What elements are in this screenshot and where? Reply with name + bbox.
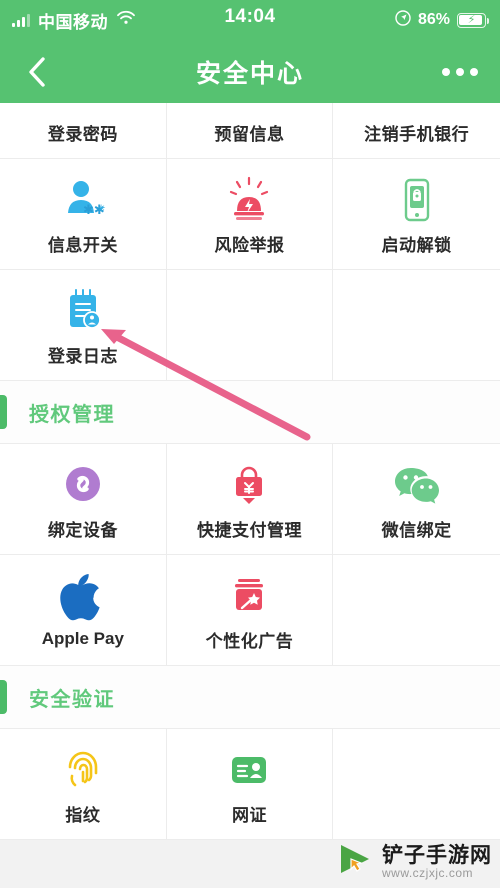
nav-bar: 安全中心	[0, 40, 500, 103]
tile-label: 登录密码	[47, 124, 118, 144]
phone-screen: 中国移动 14:04 86% ⚡ 安全中心 登录密码 预留信息 注销手机银行 ✱…	[0, 0, 500, 888]
wifi-icon	[116, 10, 136, 30]
back-chevron-icon	[29, 56, 45, 87]
tile-label: 注销手机银行	[364, 124, 470, 144]
tile-wechat-bind[interactable]: 微信绑定	[333, 444, 500, 555]
wechat-icon	[392, 458, 442, 512]
grid-auth-row-1: 绑定设备 快捷支付管理 微信绑定	[0, 444, 500, 555]
login-log-icon	[58, 284, 108, 338]
battery-percent-label: 86%	[417, 11, 450, 28]
bound-device-icon	[58, 458, 108, 512]
net-id-card-icon	[224, 743, 274, 797]
tile-quick-pay[interactable]: 快捷支付管理	[166, 444, 334, 555]
tile-label: Apple Pay	[41, 629, 124, 648]
section-accent-bar	[0, 395, 7, 429]
grid-verify-row-1: 指纹 网证	[0, 729, 500, 840]
info-switch-icon: ✱✱ ✳	[58, 173, 108, 227]
more-dots-icon	[470, 67, 478, 76]
apple-icon	[60, 571, 106, 625]
grid-row-2: ✱✱ ✳ 信息开关 风险举报 启动解锁	[0, 159, 500, 270]
startup-unlock-icon	[392, 173, 442, 227]
section-accent-bar	[0, 680, 7, 714]
tile-label: 绑定设备	[47, 520, 118, 540]
section-header-auth: 授权管理	[0, 381, 500, 444]
tile-personalized-ads[interactable]: 个性化广告	[166, 555, 334, 666]
section-title: 授权管理	[29, 403, 115, 426]
tile-label: 微信绑定	[381, 520, 452, 540]
svg-text:✳: ✳	[98, 204, 106, 214]
page-title: 安全中心	[195, 59, 304, 88]
reserved-info-icon	[226, 103, 272, 116]
status-bar: 中国移动 14:04 86% ⚡	[0, 0, 500, 40]
status-left: 中国移动	[12, 8, 136, 33]
more-menu-button[interactable]	[442, 67, 478, 76]
tile-empty	[166, 270, 334, 381]
location-arrow-icon	[395, 9, 411, 31]
tile-label: 网证	[231, 805, 267, 825]
tile-bound-device[interactable]: 绑定设备	[0, 444, 167, 555]
more-dots-icon	[442, 67, 450, 76]
tile-login-password[interactable]: 登录密码	[0, 103, 167, 159]
tile-apple-pay[interactable]: Apple Pay	[0, 555, 167, 666]
tile-login-log[interactable]: 登录日志	[0, 270, 167, 381]
status-right: 86% ⚡	[395, 9, 489, 31]
content-scroll[interactable]: 登录密码 预留信息 注销手机银行 ✱✱ ✳ 信息开关 风险举报 启动解锁 登录日…	[0, 103, 500, 888]
section-header-verify: 安全验证	[0, 666, 500, 729]
tile-label: 登录日志	[47, 346, 118, 366]
tile-label: 风险举报	[214, 235, 285, 255]
tile-cancel-mobile-bank[interactable]: 注销手机银行	[333, 103, 500, 159]
tile-empty	[333, 729, 500, 840]
tile-label: 启动解锁	[381, 235, 452, 255]
tile-reserved-info[interactable]: 预留信息	[166, 103, 334, 159]
quick-pay-lock-icon	[224, 458, 274, 512]
grid-auth-row-2: Apple Pay 个性化广告	[0, 555, 500, 666]
more-dots-icon	[456, 67, 464, 76]
tile-fingerprint[interactable]: 指纹	[0, 729, 167, 840]
login-password-icon	[60, 103, 106, 116]
tile-label: 指纹	[65, 805, 101, 825]
tile-startup-unlock[interactable]: 启动解锁	[333, 159, 500, 270]
tile-empty	[333, 270, 500, 381]
tile-risk-report[interactable]: 风险举报	[166, 159, 334, 270]
grid-row-3: 登录日志	[0, 270, 500, 381]
battery-icon: ⚡	[457, 12, 489, 28]
tile-label: 快捷支付管理	[196, 520, 302, 540]
tile-net-id[interactable]: 网证	[166, 729, 334, 840]
personalized-ads-icon	[224, 569, 274, 623]
charging-bolt-icon: ⚡	[467, 13, 476, 26]
fingerprint-icon	[58, 743, 108, 797]
section-title: 安全验证	[29, 688, 115, 711]
tile-label: 信息开关	[47, 235, 118, 255]
back-button[interactable]	[22, 56, 52, 87]
tile-info-switch[interactable]: ✱✱ ✳ 信息开关	[0, 159, 167, 270]
cancel-mobile-bank-icon	[394, 103, 440, 116]
carrier-label: 中国移动	[38, 12, 108, 32]
tile-label: 个性化广告	[205, 631, 294, 651]
tile-label: 预留信息	[214, 124, 285, 144]
tile-empty	[333, 555, 500, 666]
cellular-signal-icon	[12, 13, 30, 27]
grid-row-top-clipped: 登录密码 预留信息 注销手机银行	[0, 103, 500, 159]
risk-report-icon	[224, 173, 274, 227]
